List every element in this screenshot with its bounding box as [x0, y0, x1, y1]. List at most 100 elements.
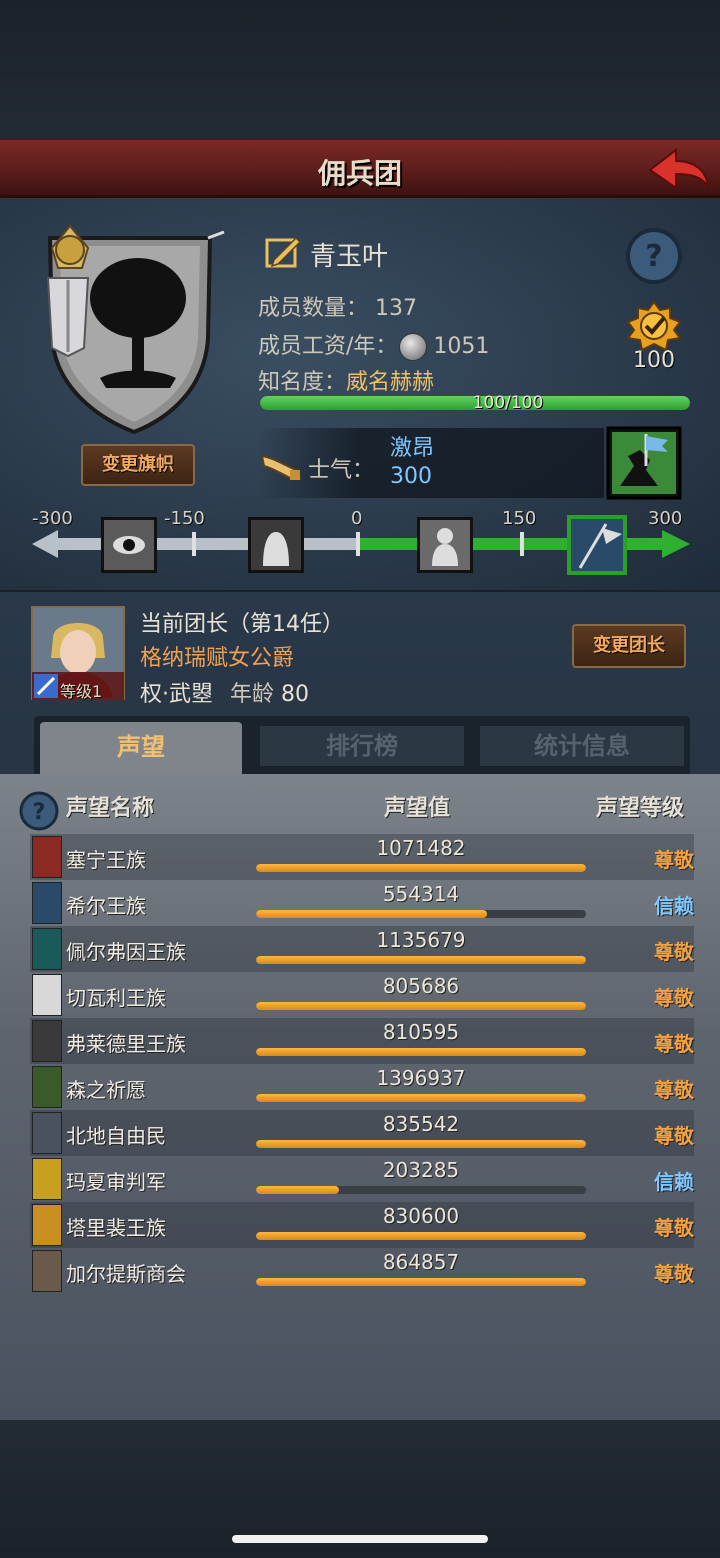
leader-trait: 权·武曌 [140, 682, 213, 707]
reputation-level: 信赖 [654, 894, 694, 918]
help-icon[interactable]: ? [624, 226, 684, 286]
wage-label: 成员工资/年： [258, 334, 398, 359]
morale-calm-icon [417, 517, 473, 573]
badge-value: 100 [633, 348, 675, 373]
reputation-row[interactable]: 塞宁王族 1071482 尊敬 [30, 834, 694, 880]
reputation-level: 尊敬 [654, 1262, 694, 1286]
horn-icon [260, 454, 302, 480]
faction-name: 森之祈愿 [66, 1078, 146, 1102]
reputation-bar-fill [256, 1048, 586, 1056]
reputation-bar [256, 1186, 586, 1194]
faction-name: 玛夏审判军 [66, 1170, 166, 1194]
reputation-level: 信赖 [654, 1170, 694, 1194]
faction-name: 佩尔弗因王族 [66, 940, 186, 964]
fame-progress-text: 100/100 [472, 393, 544, 413]
svg-text:?: ? [645, 239, 662, 274]
reputation-level: 尊敬 [654, 848, 694, 872]
header-name: 声望名称 [66, 796, 155, 821]
wage-value: 1051 [433, 334, 490, 359]
reputation-row[interactable]: 北地自由民 835542 尊敬 [30, 1110, 694, 1156]
reputation-bar [256, 1232, 586, 1240]
faction-emblem-icon [32, 974, 62, 1016]
back-arrow-icon[interactable] [646, 144, 710, 194]
guild-name: 青玉叶 [310, 242, 389, 272]
change-leader-button[interactable]: 变更团长 [572, 624, 686, 668]
reputation-value: 1396937 [376, 1066, 466, 1090]
page-title: 佣兵团 [317, 157, 402, 190]
members-row: 成员数量： 137 [258, 290, 417, 322]
reputation-row[interactable]: 弗莱德里王族 810595 尊敬 [30, 1018, 694, 1064]
reputation-bar [256, 1094, 586, 1102]
reputation-row[interactable]: 玛夏审判军 203285 信赖 [30, 1156, 694, 1202]
reputation-row[interactable]: 加尔提斯商会 864857 尊敬 [30, 1248, 694, 1294]
change-flag-button[interactable]: 变更旗帜 [81, 444, 195, 486]
reputation-value: 805686 [382, 974, 460, 998]
faction-name: 塔里裴王族 [66, 1216, 166, 1240]
guild-banner-crest-icon [46, 224, 225, 435]
tab-ranking[interactable]: 排行榜 [260, 726, 464, 766]
morale-scale: -300 -150 0 150 300 [30, 504, 692, 584]
reputation-value: 1071482 [376, 836, 466, 860]
edit-name-icon[interactable] [264, 234, 302, 270]
faction-emblem-icon [32, 1112, 62, 1154]
faction-emblem-icon [32, 928, 62, 970]
svg-text:?: ? [33, 800, 46, 825]
reputation-bar [256, 910, 586, 918]
fame-label: 知名度： [258, 370, 347, 395]
reputation-level: 尊敬 [654, 1124, 694, 1148]
morale-excited-icon [567, 515, 627, 575]
faction-emblem-icon [32, 836, 62, 878]
reputation-row[interactable]: 切瓦利王族 805686 尊敬 [30, 972, 694, 1018]
morale-terrified-icon [101, 517, 157, 573]
reputation-row[interactable]: 希尔王族 554314 信赖 [30, 880, 694, 926]
faction-emblem-icon [32, 1158, 62, 1200]
faction-emblem-icon [32, 1066, 62, 1108]
reputation-level: 尊敬 [654, 1032, 694, 1056]
silver-coin-icon [399, 333, 428, 361]
faction-emblem-icon [32, 1020, 62, 1062]
leader-age: 80 [281, 682, 310, 707]
reputation-value: 203285 [382, 1158, 460, 1182]
reputation-bar-fill [256, 956, 586, 964]
tab-statistics[interactable]: 统计信息 [480, 726, 684, 766]
faction-name: 希尔王族 [66, 894, 146, 918]
reputation-help-icon[interactable]: ? [18, 790, 60, 832]
reputation-level: 尊敬 [654, 986, 694, 1010]
members-value: 137 [375, 296, 418, 321]
wage-row: 成员工资/年： 1051 [258, 328, 489, 361]
tab-reputation[interactable]: 声望 [40, 722, 242, 774]
morale-despair-icon [248, 517, 304, 573]
morale-high-icon[interactable] [606, 426, 682, 500]
leader-trait-age: 权·武曌 年龄 80 [140, 676, 309, 708]
reputation-level: 尊敬 [654, 1078, 694, 1102]
reputation-level: 尊敬 [654, 940, 694, 964]
reputation-row[interactable]: 佩尔弗因王族 1135679 尊敬 [30, 926, 694, 972]
reputation-bar [256, 1140, 586, 1148]
leader-title: 当前团长（第14任） [140, 612, 344, 637]
morale-label: 士气： [308, 458, 375, 483]
reputation-bar-fill [256, 910, 487, 918]
header-level: 声望等级 [596, 796, 685, 821]
home-indicator[interactable] [232, 1535, 488, 1543]
reputation-bar-fill [256, 1278, 586, 1286]
reputation-bar-fill [256, 1186, 339, 1194]
tab-bar: 声望 排行榜 统计信息 [34, 716, 690, 774]
reputation-value: 864857 [382, 1250, 460, 1274]
reputation-row[interactable]: 塔里裴王族 830600 尊敬 [30, 1202, 694, 1248]
morale-value: 300 [390, 464, 432, 489]
reputation-bar [256, 956, 586, 964]
reputation-level: 尊敬 [654, 1216, 694, 1240]
faction-name: 切瓦利王族 [66, 986, 166, 1010]
achievement-badge-icon[interactable] [622, 300, 686, 352]
reputation-value: 1135679 [376, 928, 466, 952]
leader-name: 格纳瑞赋女公爵 [140, 646, 295, 671]
reputation-row[interactable]: 森之祈愿 1396937 尊敬 [30, 1064, 694, 1110]
reputation-bar [256, 1048, 586, 1056]
faction-name: 加尔提斯商会 [66, 1262, 186, 1286]
reputation-bar [256, 1002, 586, 1010]
reputation-value: 554314 [382, 882, 460, 906]
reputation-bar [256, 864, 586, 872]
reputation-value: 810595 [382, 1020, 460, 1044]
header-value: 声望值 [384, 796, 451, 821]
reputation-bar-fill [256, 1232, 586, 1240]
